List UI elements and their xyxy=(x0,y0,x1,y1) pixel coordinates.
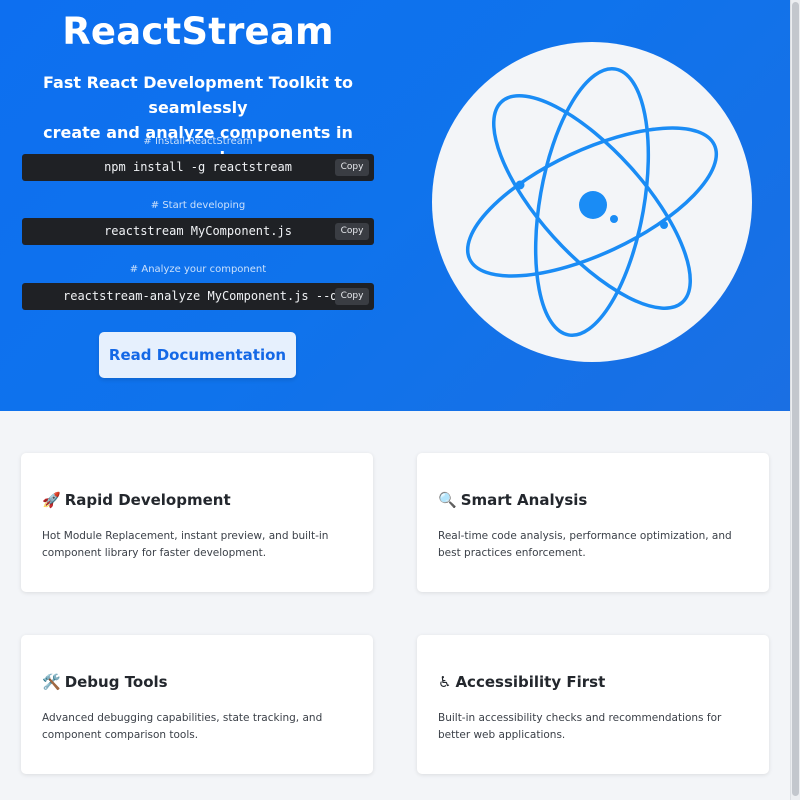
electron-2 xyxy=(610,215,618,223)
feature-description: Hot Module Replacement, instant preview,… xyxy=(42,530,329,559)
feature-description: Advanced debugging capabilities, state t… xyxy=(42,712,323,741)
install-command-box: npm install -g reactstream Copy xyxy=(22,154,374,181)
start-command[interactable]: reactstream MyComponent.js xyxy=(22,218,374,245)
tools-icon: 🛠️ xyxy=(42,673,61,691)
copy-start-button[interactable]: Copy xyxy=(335,223,369,240)
page-scrollbar[interactable] xyxy=(790,0,800,800)
wheelchair-icon: ♿ xyxy=(438,673,452,691)
copy-install-button[interactable]: Copy xyxy=(335,159,369,176)
read-documentation-button[interactable]: Read Documentation xyxy=(99,332,296,378)
hero-section: ReactStream Fast React Development Toolk… xyxy=(0,0,790,411)
tagline-line-1: Fast React Development Toolkit to seamle… xyxy=(43,73,353,117)
electron-3 xyxy=(660,221,668,229)
install-caption: # Install ReactStream xyxy=(143,136,253,147)
feature-title: 🚀 Rapid Development xyxy=(42,491,231,509)
feature-title-text: Debug Tools xyxy=(64,673,168,691)
scrollbar-thumb[interactable] xyxy=(792,2,799,796)
analyze-command[interactable]: reactstream-analyze MyComponent.js --deb… xyxy=(22,283,374,310)
atom-logo-icon xyxy=(465,66,719,338)
rocket-icon: 🚀 xyxy=(42,491,61,509)
feature-title: 🔍 Smart Analysis xyxy=(438,491,587,509)
copy-analyze-button[interactable]: Copy xyxy=(335,288,369,305)
feature-card-accessibility-first: ♿ Accessibility First Built-in accessibil… xyxy=(417,635,769,774)
install-command[interactable]: npm install -g reactstream xyxy=(22,154,374,181)
feature-title-text: Accessibility First xyxy=(455,673,606,691)
feature-description: Built-in accessibility checks and recomm… xyxy=(438,712,722,741)
feature-title: ♿ Accessibility First xyxy=(438,673,605,691)
start-caption: # Start developing xyxy=(150,200,246,211)
start-command-box: reactstream MyComponent.js Copy xyxy=(22,218,374,245)
analyze-caption: # Analyze your component xyxy=(129,264,267,275)
feature-title: 🛠️ Debug Tools xyxy=(42,673,168,691)
feature-card-rapid-development: 🚀 Rapid Development Hot Module Replacemen… xyxy=(21,453,373,592)
electron-1 xyxy=(515,180,525,190)
feature-card-smart-analysis: 🔍 Smart Analysis Real-time code analysis,… xyxy=(417,453,769,592)
logo-circle xyxy=(432,42,752,362)
feature-description: Real-time code analysis, performance opt… xyxy=(438,530,732,559)
brand-title: ReactStream xyxy=(62,10,334,53)
feature-card-debug-tools: 🛠️ Debug Tools Advanced debugging capabil… xyxy=(21,635,373,774)
magnifier-icon: 🔍 xyxy=(438,491,457,509)
atom-nucleus xyxy=(579,191,607,219)
feature-title-text: Smart Analysis xyxy=(460,491,588,509)
feature-title-text: Rapid Development xyxy=(64,491,231,509)
analyze-command-box: reactstream-analyze MyComponent.js --deb… xyxy=(22,283,374,310)
